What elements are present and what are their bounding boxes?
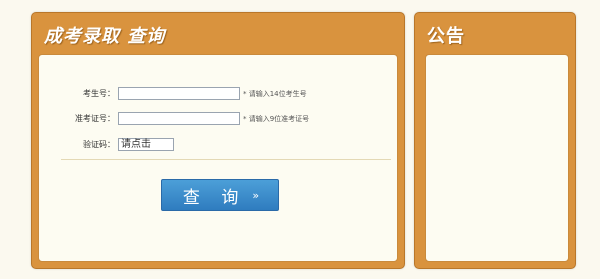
announcement-content (425, 54, 569, 262)
query-panel: 成考录取 查询 考生号： * 请输入14位考生号 准考证号： * 请输入9位准考… (31, 12, 405, 269)
query-button-label: 查 询 (182, 187, 247, 208)
admission-ticket-label: 准考证号： (75, 114, 115, 123)
admission-ticket-input[interactable] (118, 112, 240, 125)
announcement-panel-title: 公告 (427, 26, 465, 47)
captcha-field[interactable]: 请点击 (118, 138, 174, 151)
admission-ticket-hint: * 请输入9位准考证号 (243, 115, 310, 123)
exam-number-row: 考生号： * 请输入14位考生号 (39, 87, 397, 101)
query-panel-title: 成考录取 查询 (44, 26, 166, 47)
exam-number-hint: * 请输入14位考生号 (243, 90, 307, 98)
captcha-label: 验证码： (83, 140, 115, 149)
double-chevron-right-icon: » (252, 188, 259, 202)
admission-ticket-row: 准考证号： * 请输入9位准考证号 (39, 112, 397, 126)
announcement-panel: 公告 (414, 12, 576, 269)
exam-number-input[interactable] (118, 87, 240, 100)
form-divider (61, 159, 391, 160)
captcha-row: 验证码： 请点击 (39, 138, 397, 152)
query-form-area: 考生号： * 请输入14位考生号 准考证号： * 请输入9位准考证号 验证码： … (38, 54, 398, 262)
query-button[interactable]: 查 询 » (161, 179, 279, 211)
exam-number-label: 考生号： (83, 89, 115, 98)
